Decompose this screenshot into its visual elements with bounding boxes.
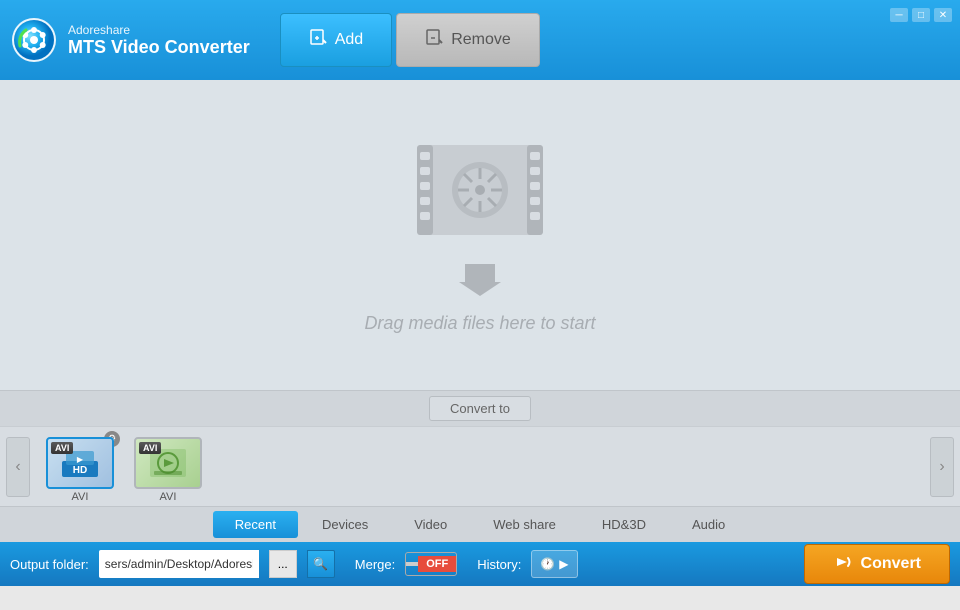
drop-text: Drag media files here to start bbox=[364, 313, 595, 334]
titlebar: Adoreshare MTS Video Converter Add bbox=[0, 0, 960, 80]
tab-devices[interactable]: Devices bbox=[300, 511, 390, 538]
output-folder-label: Output folder: bbox=[10, 557, 89, 572]
output-path-input[interactable] bbox=[99, 550, 259, 578]
browse-button[interactable]: ... bbox=[269, 550, 297, 578]
tab-audio[interactable]: Audio bbox=[670, 511, 747, 538]
svg-text:▶: ▶ bbox=[77, 455, 84, 464]
format-item-avi2[interactable]: AVI AVI bbox=[128, 431, 208, 503]
convert-to-bar: Convert to bbox=[0, 390, 960, 426]
remove-icon bbox=[425, 29, 443, 52]
search-path-button[interactable]: 🔍 bbox=[307, 550, 335, 578]
toggle-off-label: OFF bbox=[418, 556, 456, 572]
history-label: History: bbox=[477, 557, 521, 572]
remove-label: Remove bbox=[451, 31, 511, 49]
format-strip: ‹ ⚙ AVI HD ▶ AVI AVI AVI › bbox=[0, 426, 960, 506]
format-label-avi1: AVI bbox=[72, 491, 89, 503]
drop-arrow-icon bbox=[459, 264, 501, 301]
main-drop-area[interactable]: Drag media files here to start bbox=[0, 80, 960, 390]
search-icon: 🔍 bbox=[313, 557, 328, 571]
remove-button[interactable]: Remove bbox=[396, 13, 540, 67]
merge-label: Merge: bbox=[355, 557, 395, 572]
nav-left-arrow[interactable]: ‹ bbox=[6, 437, 30, 497]
format-badge-avi2: AVI bbox=[139, 442, 161, 454]
clock-icon: 🕐 bbox=[540, 557, 555, 571]
tab-hd3d[interactable]: HD&3D bbox=[580, 511, 668, 538]
add-button[interactable]: Add bbox=[280, 13, 392, 67]
app-logo bbox=[10, 16, 58, 64]
film-strip-icon bbox=[405, 137, 555, 252]
convert-button[interactable]: Convert bbox=[804, 544, 950, 584]
app-name: MTS Video Converter bbox=[68, 37, 250, 58]
toolbar-buttons: Add Remove bbox=[280, 13, 540, 67]
convert-to-label: Convert to bbox=[429, 396, 531, 421]
format-thumb-avi2: AVI bbox=[134, 437, 202, 489]
format-badge-avi1: AVI bbox=[51, 442, 73, 454]
close-button[interactable]: ✕ bbox=[934, 8, 952, 22]
tab-webshare[interactable]: Web share bbox=[471, 511, 578, 538]
format-tabs: Recent Devices Video Web share HD&3D Aud… bbox=[0, 506, 960, 542]
add-icon bbox=[309, 29, 327, 52]
maximize-button[interactable]: □ bbox=[912, 8, 930, 22]
svg-text:HD: HD bbox=[73, 465, 87, 476]
add-label: Add bbox=[335, 31, 363, 49]
bottom-bar: Output folder: ... 🔍 Merge: OFF History:… bbox=[0, 542, 960, 586]
toggle-on-label bbox=[406, 562, 418, 566]
history-button[interactable]: 🕐 ▶ bbox=[531, 550, 577, 578]
app-title-block: Adoreshare MTS Video Converter bbox=[68, 23, 250, 58]
format-label-avi2: AVI bbox=[160, 491, 177, 503]
nav-right-arrow[interactable]: › bbox=[930, 437, 954, 497]
history-arrow-icon: ▶ bbox=[559, 557, 568, 571]
merge-toggle[interactable]: OFF bbox=[405, 552, 457, 576]
minimize-button[interactable]: ─ bbox=[890, 8, 908, 22]
format-thumb-avi1: AVI HD ▶ bbox=[46, 437, 114, 489]
window-controls: ─ □ ✕ bbox=[890, 8, 952, 22]
convert-icon bbox=[833, 552, 853, 577]
convert-label: Convert bbox=[861, 555, 921, 573]
tab-recent[interactable]: Recent bbox=[213, 511, 298, 538]
tab-video[interactable]: Video bbox=[392, 511, 469, 538]
app-brand: Adoreshare bbox=[68, 23, 250, 37]
format-item-avi1[interactable]: ⚙ AVI HD ▶ AVI bbox=[40, 431, 120, 503]
